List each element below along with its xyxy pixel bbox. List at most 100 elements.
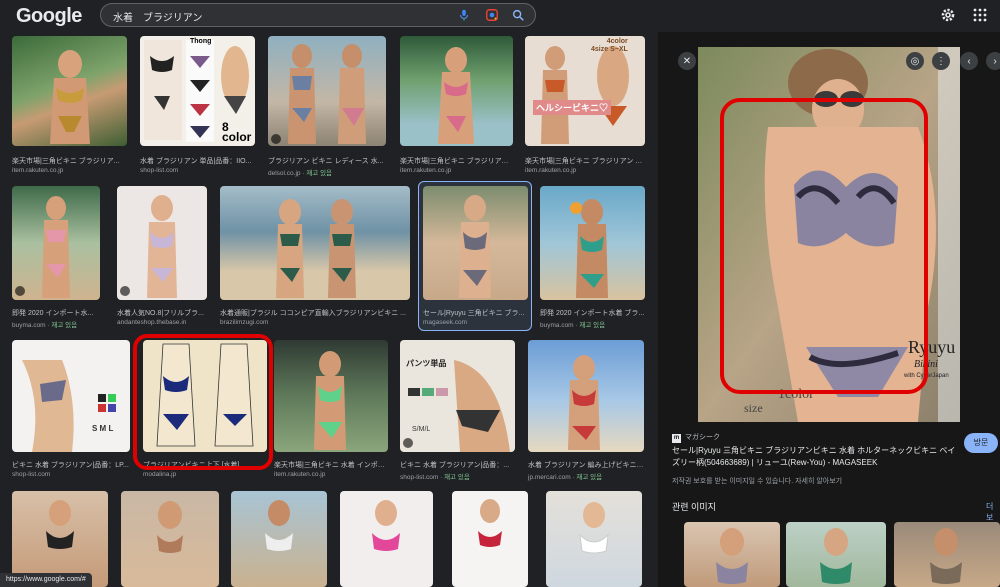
thong-label: Thong: [190, 38, 212, 45]
tag-icon: [15, 286, 25, 296]
result-source: item.rakuten.co.jp: [274, 471, 326, 478]
result-caption[interactable]: ビキニ 水着 ブラジリアン|品番：...: [400, 460, 515, 470]
size-label: S/M/L: [412, 426, 431, 433]
result-caption[interactable]: ビキニ 水着 ブラジリアン|品番：LP...: [12, 460, 130, 470]
size-label: size: [744, 401, 763, 415]
chevron-left-icon[interactable]: ‹: [960, 52, 978, 70]
gear-icon[interactable]: [940, 7, 956, 23]
result-image[interactable]: [546, 491, 642, 587]
result-caption[interactable]: 水着通販|ブラジル ココンピア直輸入ブラジリアンビキニ ...: [220, 308, 410, 318]
result-caption[interactable]: セール|Ryuyu 三角ビキニ ブラ...: [423, 308, 528, 318]
result-caption[interactable]: 即発 2020 インポート水...: [12, 308, 100, 318]
red-highlight-circle: [133, 334, 273, 470]
result-tile[interactable]: パンツ単品 S/M/L ビキニ 水着 ブラジリアン|品番：... shop-li…: [400, 340, 515, 484]
result-image[interactable]: [452, 491, 528, 587]
result-source: buyma.com · 재고 있음: [12, 322, 78, 329]
apps-grid-icon[interactable]: [972, 7, 988, 23]
tag-icon: [403, 438, 413, 448]
result-image[interactable]: [274, 340, 388, 452]
site-favicon: m: [672, 434, 681, 443]
result-tile-selected[interactable]: セール|Ryuyu 三角ビキニ ブラ... magaseek.com: [423, 186, 528, 332]
result-caption[interactable]: 楽天市場|三角ビキニ ブラジリアン...: [400, 156, 513, 166]
tag-icon: [271, 134, 281, 144]
result-image[interactable]: Thong 8 color: [140, 36, 255, 146]
result-caption[interactable]: 水着人気NO.8|フリルブラ...: [117, 308, 207, 318]
result-image[interactable]: [12, 36, 127, 146]
result-caption[interactable]: 水着 ブラジリアン 編み上げビキニ ...: [528, 460, 644, 470]
result-source: jp.mercari.com · 재고 있음: [528, 474, 603, 481]
google-lens-icon[interactable]: [485, 8, 499, 22]
search-input[interactable]: 水着 ブラジリアン: [113, 9, 202, 24]
related-images-heading: 관련 이미지: [672, 502, 716, 512]
result-tile[interactable]: Thong 8 color 水着 ブラジリアン 単品|品番：IIO... sho…: [140, 36, 255, 178]
result-source: andanteshop.thebase.in: [117, 319, 187, 326]
result-caption[interactable]: 楽天市場|三角ビキニ ブラジリア...: [12, 156, 127, 166]
red-highlight-rectangle: [720, 98, 928, 394]
result-tile[interactable]: 楽天市場|三角ビキニ ブラジリアン... item.rakuten.co.jp: [400, 36, 513, 178]
result-caption[interactable]: 水着 ブラジリアン 単品|品番：IIO...: [140, 156, 255, 166]
result-image[interactable]: [268, 36, 386, 146]
result-image[interactable]: [12, 186, 100, 300]
result-image[interactable]: [400, 36, 513, 146]
size-label: S M L: [92, 424, 114, 433]
related-image[interactable]: [786, 522, 886, 587]
result-tile[interactable]: 楽天市場|三角ビキニ ブラジリア... item.rakuten.co.jp: [12, 36, 127, 178]
result-tile[interactable]: 水着 ブラジリアン 編み上げビキニ ... jp.mercari.com · 재…: [528, 340, 644, 484]
search-icon[interactable]: [511, 8, 525, 22]
result-source: shop-list.com: [12, 471, 51, 478]
chevron-right-icon[interactable]: ›: [986, 52, 1000, 70]
preview-source[interactable]: m マガシーク: [672, 432, 720, 443]
result-tile[interactable]: S M L ビキニ 水着 ブラジリアン|品番：LP... shop-list.c…: [12, 340, 130, 484]
visit-button[interactable]: 방문: [964, 433, 998, 453]
image-results-grid: 楽天市場|三角ビキニ ブラジリア... item.rakuten.co.jp T…: [0, 32, 660, 587]
related-image[interactable]: [894, 522, 1000, 587]
result-tile[interactable]: 4color 4size S~XL ヘルシービキニ♡ 楽天市場|三角ビキニ ブラ…: [525, 36, 645, 178]
healthy-bikini-label: ヘルシービキニ♡: [533, 100, 612, 115]
related-more-link[interactable]: 더보: [986, 501, 1000, 523]
result-source: item.rakuten.co.jp: [400, 167, 452, 174]
search-box[interactable]: 水着 ブラジリアン: [100, 3, 536, 27]
preview-title[interactable]: セール|Ryuyu 三角ビキニ ブラジリアンビキニ 水着 ホルターネックビキニ …: [672, 445, 962, 469]
result-caption[interactable]: 楽天市場|三角ビキニ ブラジリアン セク...: [525, 156, 645, 166]
result-tile[interactable]: 楽天市場|三角ビキニ 水着 インポートビキニ ... item.rakuten.…: [274, 340, 388, 484]
mic-icon[interactable]: [457, 8, 471, 22]
result-source: delsol.co.jp · 재고 있음: [268, 170, 333, 177]
result-source: magaseek.com: [423, 319, 468, 326]
result-image[interactable]: パンツ単品 S/M/L: [400, 340, 515, 452]
result-caption[interactable]: 楽天市場|三角ビキニ 水着 インポートビキニ ...: [274, 460, 388, 470]
result-tile[interactable]: 即発 2020 インポート水... buyma.com · 재고 있음: [12, 186, 100, 332]
status-bar-url: https://www.google.com/#: [0, 573, 92, 587]
result-source: item.rakuten.co.jp: [12, 167, 64, 174]
more-options-icon[interactable]: ⋮: [932, 52, 950, 70]
result-image[interactable]: [528, 340, 644, 452]
top-bar: Google 水着 ブラジリアン: [0, 0, 1000, 32]
result-source: buyma.com · 재고 있음: [540, 322, 606, 329]
preview-panel: ✕ Ryuyu Bikini with CyberJapan 1color si…: [658, 32, 1000, 587]
result-tile[interactable]: 水着人気NO.8|フリルブラ... andanteshop.thebase.in: [117, 186, 207, 332]
pants-only-label: パンツ単品: [406, 359, 447, 368]
result-tile[interactable]: ブラジリアン ビキニ レディース 水... delsol.co.jp · 재고 …: [268, 36, 386, 178]
tag-icon: [120, 286, 130, 296]
result-image[interactable]: [117, 186, 207, 300]
result-image[interactable]: [231, 491, 327, 587]
result-source: modalina.jp: [143, 471, 177, 478]
close-icon[interactable]: ✕: [678, 52, 696, 70]
result-image[interactable]: 4color 4size S~XL ヘルシービキニ♡: [525, 36, 645, 146]
result-image[interactable]: [121, 491, 219, 587]
result-source: shop-list.com: [140, 167, 179, 174]
related-image[interactable]: [684, 522, 780, 587]
result-tile[interactable]: 水着通販|ブラジル ココンピア直輸入ブラジリアンビキニ ... brazilim…: [220, 186, 410, 332]
google-logo[interactable]: Google: [16, 5, 82, 28]
result-image[interactable]: [423, 186, 528, 300]
variant-label: 4color 4size S~XL: [591, 38, 628, 53]
result-image[interactable]: S M L: [12, 340, 130, 452]
result-image[interactable]: [340, 491, 433, 587]
lens-search-icon[interactable]: ◎: [906, 52, 924, 70]
copyright-note[interactable]: 저작권 보호를 받는 이미지일 수 있습니다. 자세히 알아보기: [672, 476, 842, 486]
result-tile[interactable]: 即発 2020 インポート水着 ブラ... buyma.com · 재고 있음: [540, 186, 645, 332]
result-image[interactable]: [220, 186, 410, 300]
result-caption[interactable]: 即発 2020 インポート水着 ブラ...: [540, 308, 645, 318]
result-source: shop-list.com · 재고 있음: [400, 474, 470, 481]
result-image[interactable]: [540, 186, 645, 300]
result-caption[interactable]: ブラジリアン ビキニ レディース 水...: [268, 156, 386, 166]
